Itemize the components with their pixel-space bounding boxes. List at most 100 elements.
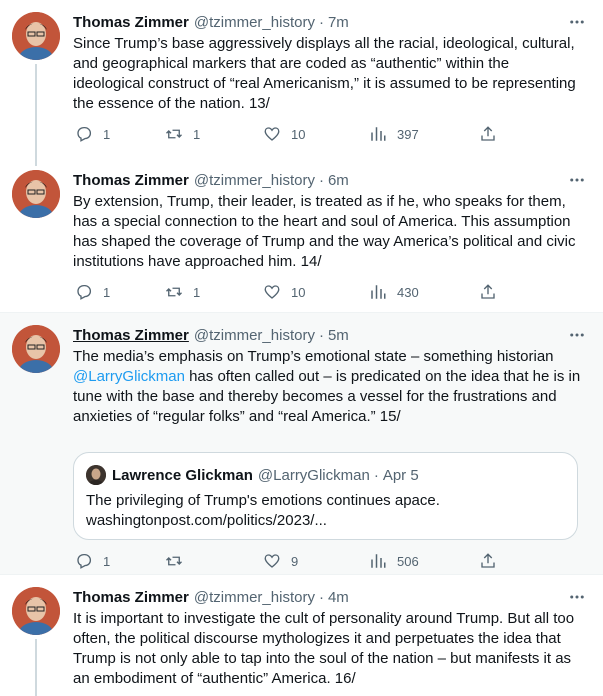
author-handle[interactable]: @tzimmer_history — [194, 172, 315, 189]
reply-icon — [77, 126, 92, 142]
retweet-button[interactable]: 1 — [165, 124, 200, 144]
reply-button[interactable]: 1 — [75, 551, 110, 571]
quote-header: Lawrence Glickman @LarryGlickman · Apr 5 — [86, 465, 419, 485]
retweet-count: 1 — [193, 126, 201, 142]
avatar-column — [12, 170, 60, 218]
avatar-column — [12, 12, 60, 60]
view-count: 397 — [397, 126, 419, 142]
like-count: 10 — [291, 126, 306, 142]
tweet-time[interactable]: 6m — [328, 172, 349, 189]
tweet-actions: 1 1 10 397 — [73, 124, 503, 144]
share-button[interactable] — [479, 124, 497, 144]
retweet-icon — [166, 129, 182, 139]
avatar[interactable] — [12, 325, 60, 373]
quoted-tweet[interactable]: Lawrence Glickman @LarryGlickman · Apr 5… — [73, 452, 578, 540]
author-name[interactable]: Thomas Zimmer — [73, 14, 189, 31]
like-count: 9 — [291, 553, 299, 569]
tweet-header: Thomas Zimmer @tzimmer_history · 7m — [73, 12, 589, 32]
view-count: 506 — [397, 553, 419, 569]
like-count: 10 — [291, 284, 306, 300]
avatar-column — [12, 587, 60, 635]
author-handle[interactable]: @tzimmer_history — [194, 14, 315, 31]
views-button[interactable]: 397 — [369, 124, 419, 144]
thread-line — [35, 158, 37, 166]
tweet-time[interactable]: 5m — [328, 327, 349, 344]
tweet-time[interactable]: 7m — [328, 14, 349, 31]
author-name[interactable]: Thomas Zimmer — [73, 327, 189, 344]
tweet-text: It is important to investigate the cult … — [73, 610, 575, 687]
tweet-actions: 1 9 506 — [73, 551, 503, 571]
tweet-header: Thomas Zimmer @tzimmer_history · 5m — [73, 325, 589, 345]
views-button[interactable]: 430 — [369, 282, 419, 302]
timeline: Thomas Zimmer @tzimmer_history · 7m Sinc… — [0, 0, 603, 696]
avatar[interactable] — [12, 12, 60, 60]
quote-avatar — [86, 465, 106, 485]
views-chart-icon — [371, 285, 386, 299]
share-button[interactable] — [479, 282, 497, 302]
more-options-icon[interactable] — [567, 587, 587, 607]
tweet-16[interactable]: Thomas Zimmer @tzimmer_history · 4m It i… — [0, 575, 603, 696]
tweet-15[interactable]: Thomas Zimmer @tzimmer_history · 5m The … — [0, 313, 603, 575]
heart-icon — [264, 127, 280, 141]
tweet-body: Thomas Zimmer @tzimmer_history · 7m Sinc… — [73, 12, 589, 142]
tweet-actions: 1 1 10 430 — [73, 282, 503, 302]
author-name[interactable]: Thomas Zimmer — [73, 589, 189, 606]
tweet-body: Thomas Zimmer @tzimmer_history · 6m By e… — [73, 170, 589, 300]
mention-link[interactable]: @LarryGlickman — [73, 368, 185, 385]
retweet-count: 1 — [193, 284, 201, 300]
quote-author-handle: @LarryGlickman — [257, 466, 370, 484]
reply-count: 1 — [103, 553, 111, 569]
quote-text: The privileging of Trump's emotions cont… — [86, 491, 440, 531]
separator-dot: · — [318, 588, 324, 606]
reply-count: 1 — [103, 126, 111, 142]
retweet-button[interactable] — [165, 551, 183, 571]
reply-icon — [77, 284, 92, 300]
quote-text-line: The privileging of Trump's emotions cont… — [86, 492, 440, 509]
views-chart-icon — [371, 554, 386, 568]
tweet-text: Since Trump’s base aggressively displays… — [73, 35, 576, 112]
more-options-icon[interactable] — [567, 12, 587, 32]
separator-dot: · — [318, 326, 324, 344]
like-button[interactable]: 10 — [263, 124, 305, 144]
author-name[interactable]: Thomas Zimmer — [73, 172, 189, 189]
thread-line — [35, 639, 37, 696]
quote-author-name: Lawrence Glickman — [112, 466, 253, 484]
reply-count: 1 — [103, 284, 111, 300]
share-button[interactable] — [479, 551, 497, 571]
quote-date: Apr 5 — [382, 466, 419, 484]
like-button[interactable]: 9 — [263, 551, 298, 571]
separator-dot: · — [373, 466, 379, 484]
tweet-text: By extension, Trump, their leader, is tr… — [73, 193, 576, 270]
avatar[interactable] — [12, 170, 60, 218]
avatar[interactable] — [12, 587, 60, 635]
tweet-text: The media’s emphasis on Trump’s emotiona… — [73, 347, 583, 427]
retweet-icon — [166, 556, 182, 566]
like-button[interactable]: 10 — [263, 282, 305, 302]
tweet-time[interactable]: 4m — [328, 589, 349, 606]
views-button[interactable]: 506 — [369, 551, 419, 571]
reply-button[interactable]: 1 — [75, 282, 110, 302]
quote-link-text: washingtonpost.com/politics/2023/... — [86, 512, 327, 529]
tweet-body: Thomas Zimmer @tzimmer_history · 5m The … — [73, 325, 589, 569]
views-chart-icon — [371, 127, 386, 141]
tweet-header: Thomas Zimmer @tzimmer_history · 6m — [73, 170, 589, 190]
tweet-14[interactable]: Thomas Zimmer @tzimmer_history · 6m By e… — [0, 158, 603, 313]
heart-icon — [264, 554, 280, 568]
more-options-icon[interactable] — [567, 170, 587, 190]
reply-icon — [77, 553, 92, 569]
share-icon — [481, 126, 495, 141]
retweet-icon — [166, 287, 182, 297]
view-count: 430 — [397, 284, 419, 300]
more-options-icon[interactable] — [567, 325, 587, 345]
author-handle[interactable]: @tzimmer_history — [194, 589, 315, 606]
heart-icon — [264, 285, 280, 299]
retweet-button[interactable]: 1 — [165, 282, 200, 302]
tweet-13[interactable]: Thomas Zimmer @tzimmer_history · 7m Sinc… — [0, 0, 603, 158]
author-handle[interactable]: @tzimmer_history — [194, 327, 315, 344]
thread-line — [35, 64, 37, 158]
tweet-body: Thomas Zimmer @tzimmer_history · 4m It i… — [73, 587, 589, 689]
tweet-header: Thomas Zimmer @tzimmer_history · 4m — [73, 587, 589, 607]
reply-button[interactable]: 1 — [75, 124, 110, 144]
separator-dot: · — [318, 171, 324, 189]
share-icon — [481, 553, 495, 568]
